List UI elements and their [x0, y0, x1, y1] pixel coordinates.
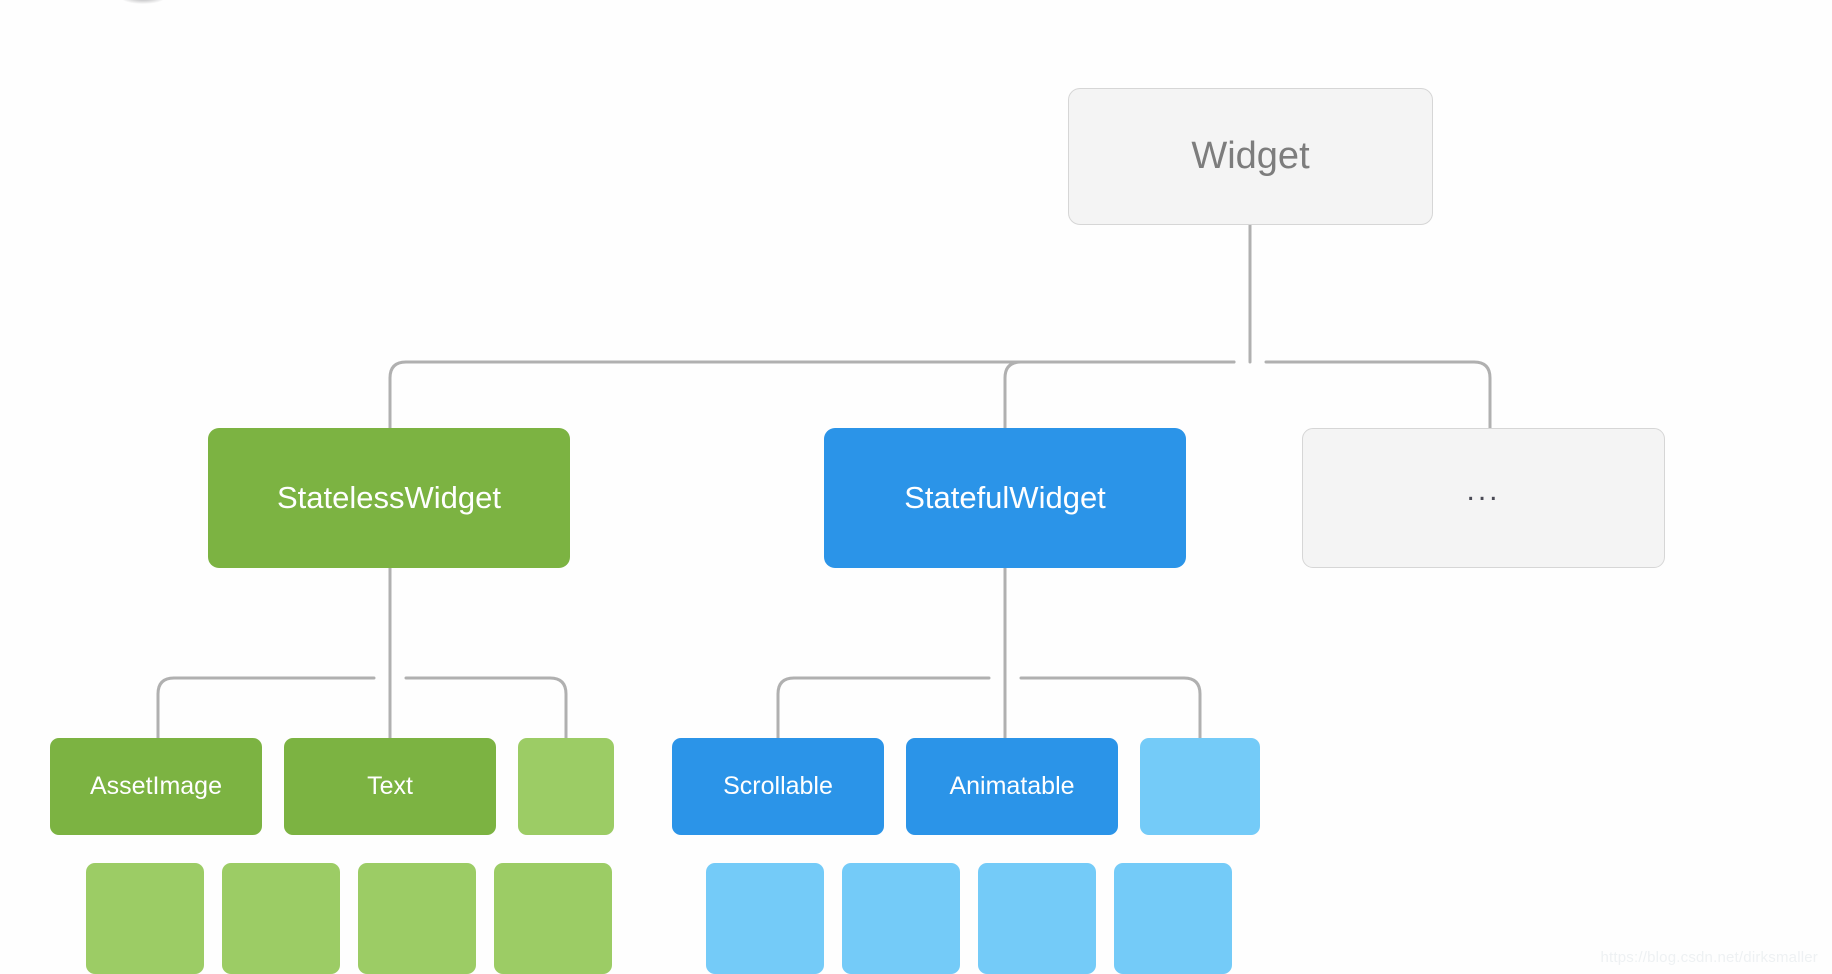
diagram-canvas: Widget StatelessWidget StatefulWidget ..…	[0, 0, 1832, 974]
node-green-leaf-1[interactable]	[86, 863, 204, 974]
node-blue-leaf-4[interactable]	[1114, 863, 1232, 974]
watermark: https://blog.csdn.net/dirksmaller	[1600, 949, 1818, 966]
node-scrollable[interactable]: Scrollable	[672, 738, 884, 835]
node-stateful-extra[interactable]	[1140, 738, 1260, 835]
node-animatable-label: Animatable	[949, 772, 1075, 801]
node-stateless-widget-label: StatelessWidget	[277, 480, 501, 516]
ellipsis-icon: ...	[1466, 473, 1501, 507]
edge-stateful-to-scrollable	[776, 676, 991, 740]
node-stateful-widget-label: StatefulWidget	[904, 480, 1106, 516]
node-blue-leaf-2[interactable]	[842, 863, 960, 974]
node-more-widgets[interactable]: ...	[1302, 428, 1665, 568]
node-assetimage-label: AssetImage	[89, 772, 222, 801]
node-text[interactable]: Text	[284, 738, 496, 835]
node-scrollable-label: Scrollable	[723, 772, 833, 801]
node-animatable[interactable]: Animatable	[906, 738, 1118, 835]
node-stateless-extra[interactable]	[518, 738, 614, 835]
node-widget[interactable]: Widget	[1068, 88, 1433, 225]
node-green-leaf-4[interactable]	[494, 863, 612, 974]
node-green-leaf-3[interactable]	[358, 863, 476, 974]
edge-stateless-to-extra	[404, 676, 568, 740]
node-blue-leaf-3[interactable]	[978, 863, 1096, 974]
node-stateless-widget[interactable]: StatelessWidget	[208, 428, 570, 568]
top-edge-artifact	[120, 0, 166, 4]
node-assetimage[interactable]: AssetImage	[50, 738, 262, 835]
node-green-leaf-2[interactable]	[222, 863, 340, 974]
edge-stateful-to-extra	[1019, 676, 1202, 740]
node-stateful-widget[interactable]: StatefulWidget	[824, 428, 1186, 568]
node-blue-leaf-1[interactable]	[706, 863, 824, 974]
node-widget-label: Widget	[1191, 134, 1310, 177]
edge-bus-to-ellipsis	[1264, 360, 1492, 430]
edge-stateless-to-assetimage	[156, 676, 376, 740]
node-text-label: Text	[367, 772, 413, 801]
